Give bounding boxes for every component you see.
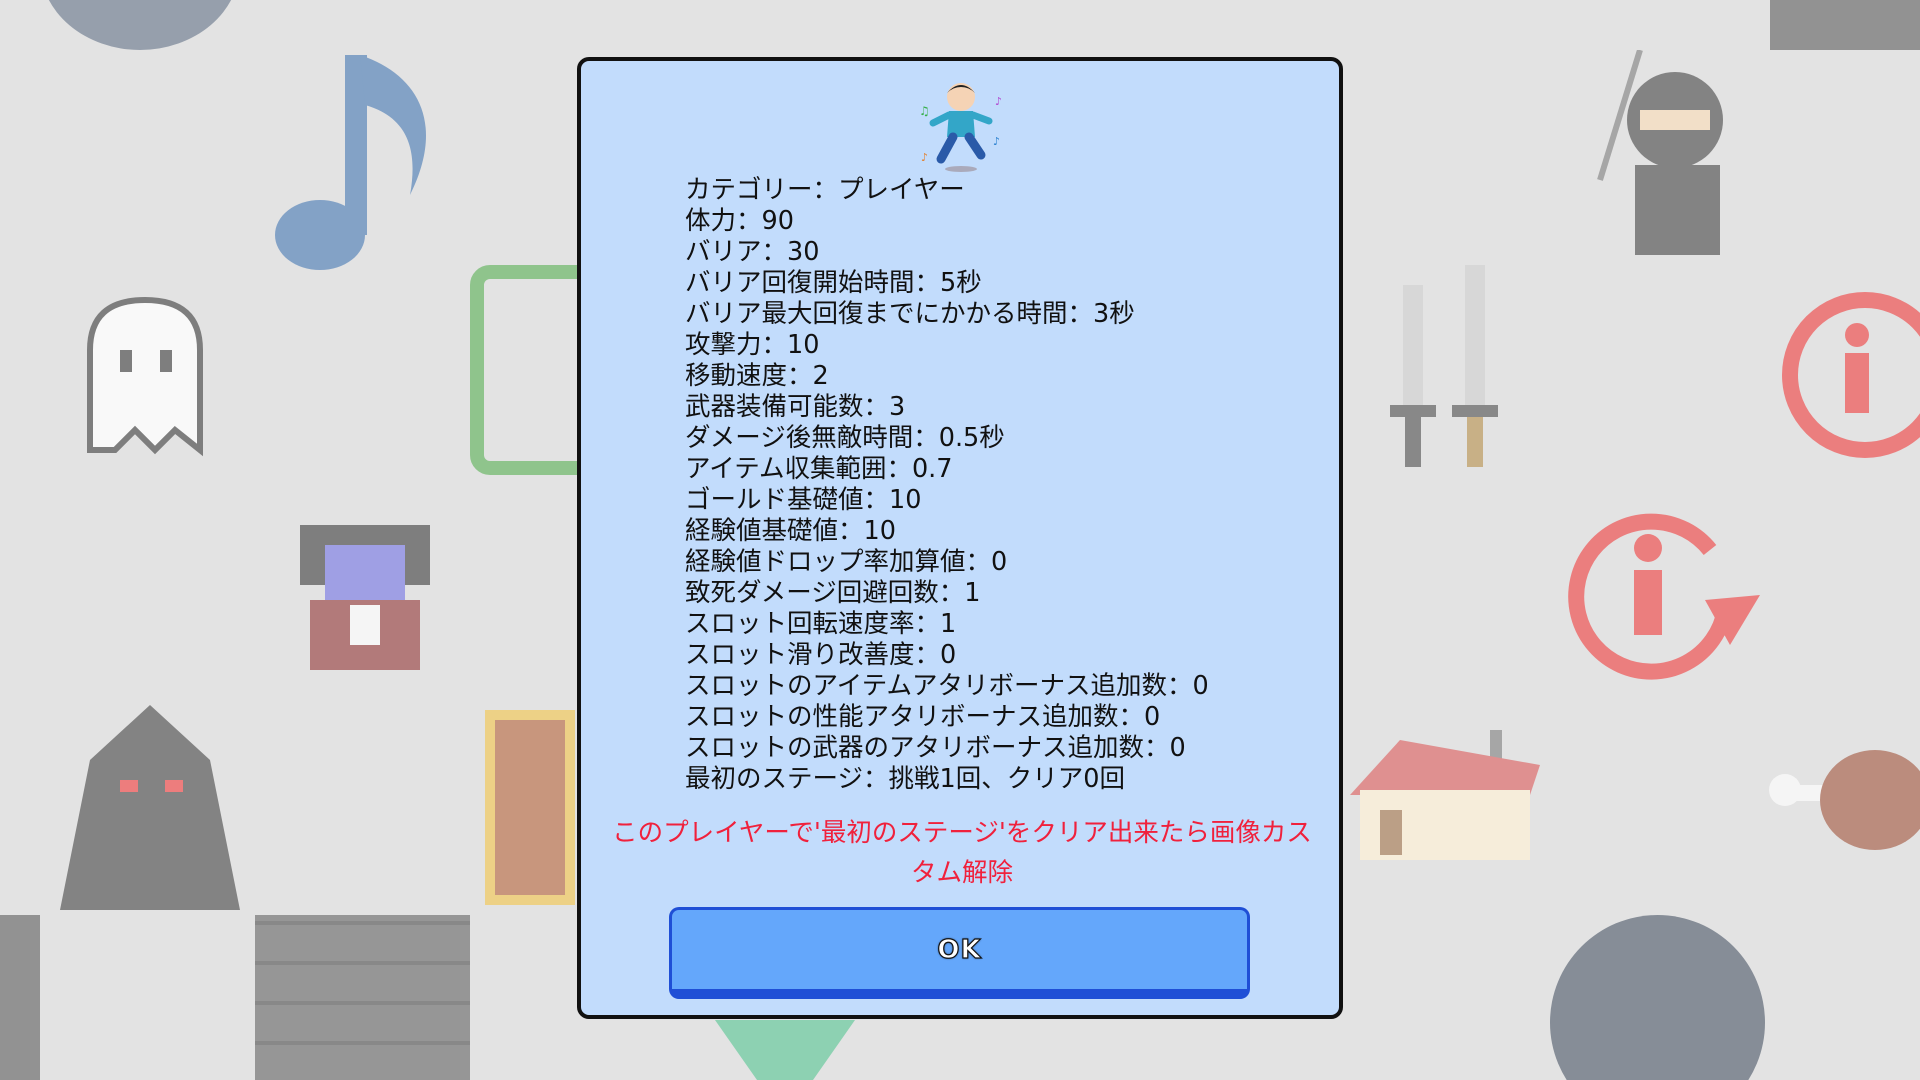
stat-line: 致死ダメージ回避回数：1 — [685, 578, 981, 608]
stat-line: 経験値ドロップ率加算値：0 — [685, 547, 1008, 577]
stat-line: スロットのアイテムアタリボーナス追加数：0 — [685, 671, 1209, 701]
stat-line: 最初のステージ：挑戦1回、クリア0回 — [685, 764, 1125, 794]
svg-text:♪: ♪ — [993, 135, 1000, 148]
dancing-player-icon: ♫ ♪ ♪ ♪ — [919, 83, 1002, 172]
stat-line: スロットの性能アタリボーナス追加数：0 — [685, 702, 1161, 732]
player-info-dialog: ♫ ♪ ♪ ♪ カテゴリー：プレイヤー 体力：90 バリア：30 バリア回復開始… — [577, 57, 1343, 1019]
svg-text:♫: ♫ — [919, 104, 930, 118]
stat-line: 攻撃力：10 — [685, 330, 820, 360]
unlock-condition-message: このプレイヤーで'最初のステージ'をクリア出来たら画像カスタム解除 — [612, 818, 1312, 888]
stat-line: バリア最大回復までにかかる時間：3秒 — [685, 299, 1135, 329]
stat-line: 移動速度：2 — [685, 361, 829, 391]
stat-line: 経験値基礎値：10 — [685, 516, 896, 546]
ok-button[interactable]: OK — [669, 907, 1250, 999]
stat-line: スロット回転速度率：1 — [685, 609, 957, 639]
stat-line: ダメージ後無敵時間：0.5秒 — [685, 423, 1005, 453]
stat-line: アイテム収集範囲：0.7 — [685, 454, 953, 484]
stat-line: スロットの武器のアタリボーナス追加数：0 — [685, 733, 1186, 763]
game-screen: ♫ ♪ ♪ ♪ カテゴリー：プレイヤー 体力：90 バリア：30 バリア回復開始… — [0, 0, 1920, 1080]
ok-button-label: OK — [937, 934, 982, 965]
svg-text:♪: ♪ — [921, 151, 928, 164]
svg-text:♪: ♪ — [995, 95, 1002, 108]
stat-line: 体力：90 — [685, 206, 794, 236]
stat-line: カテゴリー：プレイヤー — [685, 175, 965, 205]
stat-line: バリア回復開始時間：5秒 — [685, 268, 982, 298]
stat-line: スロット滑り改善度：0 — [685, 640, 957, 670]
stat-line: 武器装備可能数：3 — [685, 392, 906, 422]
stat-line: ゴールド基礎値：10 — [685, 485, 922, 515]
stat-line: バリア：30 — [685, 237, 820, 267]
player-stats-list: カテゴリー：プレイヤー 体力：90 バリア：30 バリア回復開始時間：5秒 バリ… — [685, 175, 1209, 795]
